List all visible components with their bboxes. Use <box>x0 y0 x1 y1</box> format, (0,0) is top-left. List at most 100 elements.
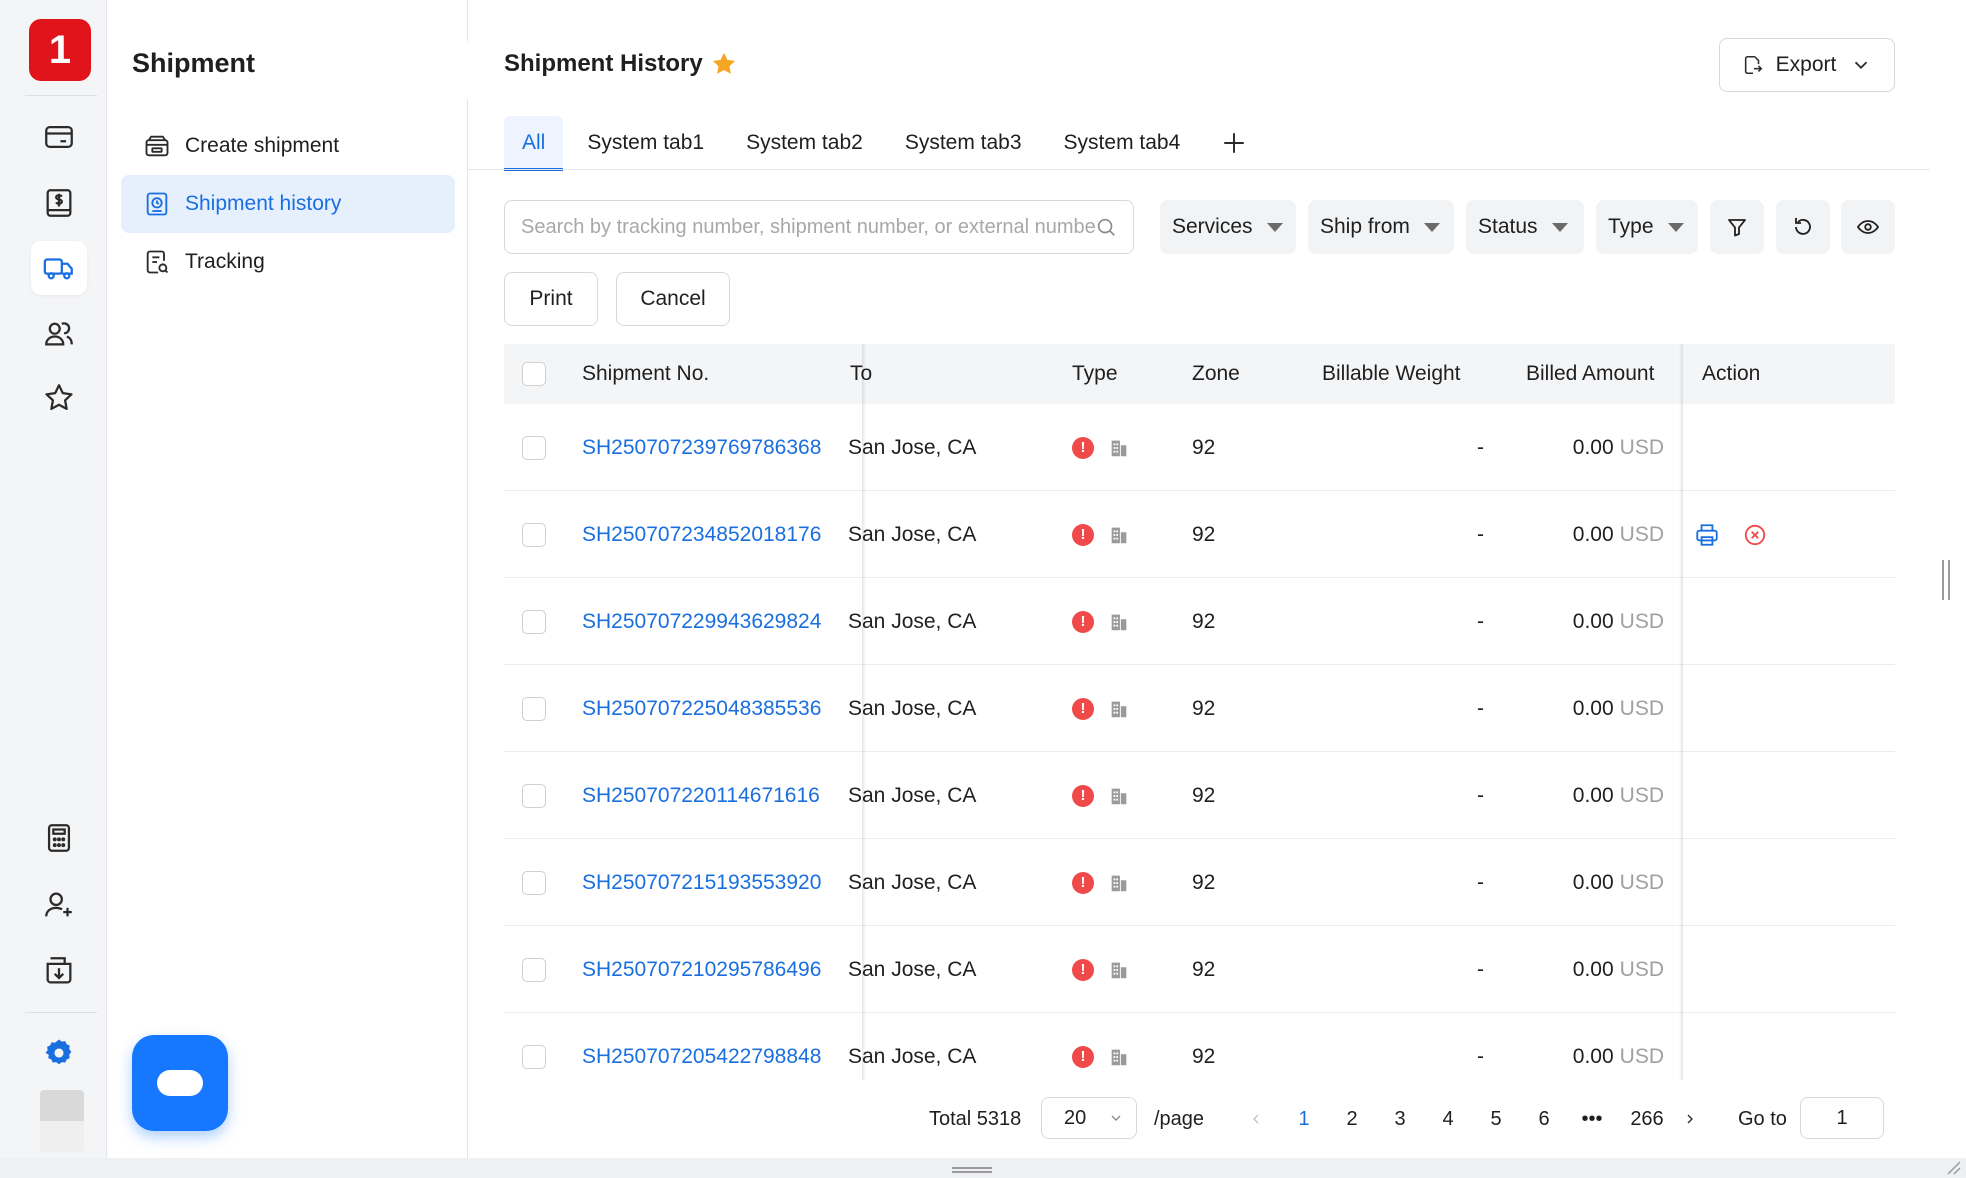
alert-icon[interactable]: ! <box>1072 523 1094 546</box>
tab-system-tab3[interactable]: System tab3 <box>887 116 1040 170</box>
table-row[interactable]: SH250707239769786368 San Jose, CA! 92-0.00… <box>504 404 1895 491</box>
cancel-button[interactable]: Cancel <box>616 272 730 326</box>
print-icon[interactable] <box>1694 522 1720 548</box>
search-input[interactable] <box>521 215 1095 239</box>
advanced-filter-button[interactable] <box>1710 200 1764 254</box>
nav-item-tracking[interactable]: Tracking <box>121 233 455 291</box>
rail-users[interactable] <box>31 306 87 360</box>
row-checkbox[interactable] <box>522 435 546 460</box>
col-billable-weight[interactable]: Billable Weight <box>1322 344 1461 404</box>
cancel-circle-icon[interactable] <box>1742 522 1768 548</box>
col-type[interactable]: Type <box>1072 344 1118 404</box>
search-icon[interactable] <box>1095 216 1117 238</box>
panel-resize-handle[interactable] <box>1942 560 1950 600</box>
tab-system-tab4[interactable]: System tab4 <box>1046 116 1199 170</box>
alert-icon[interactable]: ! <box>1072 958 1094 981</box>
shipment-number-link[interactable]: SH250707229943629824 <box>582 578 821 665</box>
destination-cell: San Jose, CA <box>848 1044 977 1068</box>
avatar[interactable] <box>40 1090 84 1152</box>
page-2[interactable]: 2 <box>1332 1098 1372 1140</box>
rail-add-user[interactable] <box>31 878 87 932</box>
shipment-number-link[interactable]: SH250707210295786496 <box>582 926 821 1013</box>
page-5[interactable]: 5 <box>1476 1098 1516 1140</box>
table-row[interactable]: SH250707225048385536 San Jose, CA! 92-0.00… <box>504 665 1895 752</box>
page-last[interactable]: 266 <box>1618 1098 1676 1140</box>
billed-amount-cell: 0.00 USD <box>1504 665 1664 752</box>
table-row[interactable]: SH250707205422798848 San Jose, CA! 92-0.00… <box>504 1013 1895 1080</box>
rail-settings[interactable] <box>31 1026 87 1080</box>
row-checkbox[interactable] <box>522 609 546 634</box>
shipment-number-link[interactable]: SH250707225048385536 <box>582 665 821 752</box>
rail-favorites[interactable] <box>31 371 87 425</box>
page-ellipsis[interactable]: ••• <box>1572 1098 1612 1140</box>
shipment-number-link[interactable]: SH250707205422798848 <box>582 1013 821 1080</box>
type-filter[interactable]: Type <box>1596 200 1698 254</box>
row-checkbox[interactable] <box>522 957 546 982</box>
page-1[interactable]: 1 <box>1284 1098 1324 1140</box>
page-4[interactable]: 4 <box>1428 1098 1468 1140</box>
table-row[interactable]: SH250707210295786496 San Jose, CA! 92-0.00… <box>504 926 1895 1013</box>
alert-icon[interactable]: ! <box>1072 610 1094 633</box>
tab-system-tab1[interactable]: System tab1 <box>569 116 722 170</box>
rail-calculator[interactable] <box>31 811 87 865</box>
tab-all[interactable]: All <box>504 116 564 171</box>
col-shipment-no[interactable]: Shipment No. <box>582 344 709 404</box>
row-checkbox[interactable] <box>522 1044 546 1069</box>
billed-amount-cell: 0.00 USD <box>1504 491 1664 578</box>
shipment-number-link[interactable]: SH250707220114671616 <box>582 752 820 839</box>
page-size-select[interactable]: 20 <box>1041 1097 1137 1139</box>
table-row[interactable]: SH250707215193553920 San Jose, CA! 92-0.00… <box>504 839 1895 926</box>
print-button[interactable]: Print <box>504 272 598 326</box>
row-checkbox[interactable] <box>522 870 546 895</box>
row-checkbox[interactable] <box>522 783 546 808</box>
table-row[interactable]: SH250707229943629824 San Jose, CA! 92-0.00… <box>504 578 1895 665</box>
type-cell: ! <box>1072 578 1130 665</box>
next-page-button[interactable] <box>1670 1098 1710 1140</box>
table-row[interactable]: SH250707234852018176 San Jose, CA! 92-0.00… <box>504 491 1895 578</box>
select-all-checkbox[interactable] <box>522 362 546 386</box>
col-zone[interactable]: Zone <box>1192 344 1240 404</box>
nav-item-create-shipment[interactable]: Create shipment <box>121 117 455 175</box>
page-6[interactable]: 6 <box>1524 1098 1564 1140</box>
search-box[interactable] <box>504 200 1134 254</box>
page-3[interactable]: 3 <box>1380 1098 1420 1140</box>
app-logo[interactable]: 1 <box>29 19 91 81</box>
chat-support-button[interactable] <box>132 1035 228 1131</box>
chat-icon <box>157 1070 203 1096</box>
billed-amount-cell: 0.00 USD <box>1504 752 1664 839</box>
col-billed-amount[interactable]: Billed Amount <box>1526 344 1654 404</box>
export-button[interactable]: Export <box>1719 38 1895 92</box>
shipment-number-link[interactable]: SH250707234852018176 <box>582 491 821 578</box>
alert-icon[interactable]: ! <box>1072 784 1094 807</box>
favorite-star-icon[interactable] <box>710 50 738 78</box>
alert-icon[interactable]: ! <box>1072 697 1094 720</box>
ship-from-filter[interactable]: Ship from <box>1308 200 1454 254</box>
rail-import[interactable] <box>31 944 87 998</box>
refresh-button[interactable] <box>1776 200 1830 254</box>
bottom-resize-handle[interactable] <box>952 1167 992 1173</box>
alert-icon[interactable]: ! <box>1072 436 1094 459</box>
column-visibility-button[interactable] <box>1841 200 1895 254</box>
row-actions <box>1694 491 1768 578</box>
alert-icon[interactable]: ! <box>1072 871 1094 894</box>
status-filter[interactable]: Status <box>1466 200 1584 254</box>
table-row[interactable]: SH250707220114671616 San Jose, CA! 92-0.00… <box>504 752 1895 839</box>
add-tab-button[interactable] <box>1214 116 1254 170</box>
rail-billing[interactable] <box>31 176 87 230</box>
building-icon <box>1111 1049 1127 1065</box>
zone-cell: 92 <box>1192 783 1216 807</box>
goto-page-input[interactable] <box>1800 1097 1884 1139</box>
row-checkbox[interactable] <box>522 522 546 547</box>
tab-system-tab2[interactable]: System tab2 <box>728 116 881 170</box>
prev-page-button[interactable] <box>1236 1098 1276 1140</box>
rail-shipment[interactable] <box>31 241 87 295</box>
services-filter[interactable]: Services <box>1160 200 1296 254</box>
window-resize-grip-icon[interactable] <box>1944 1158 1962 1176</box>
shipment-number-link[interactable]: SH250707239769786368 <box>582 404 821 491</box>
alert-icon[interactable]: ! <box>1072 1045 1094 1068</box>
shipment-number-link[interactable]: SH250707215193553920 <box>582 839 821 926</box>
row-checkbox[interactable] <box>522 696 546 721</box>
row-select-cell <box>522 926 546 1013</box>
nav-item-shipment-history[interactable]: Shipment history <box>121 175 455 233</box>
rail-wallet[interactable] <box>31 110 87 164</box>
